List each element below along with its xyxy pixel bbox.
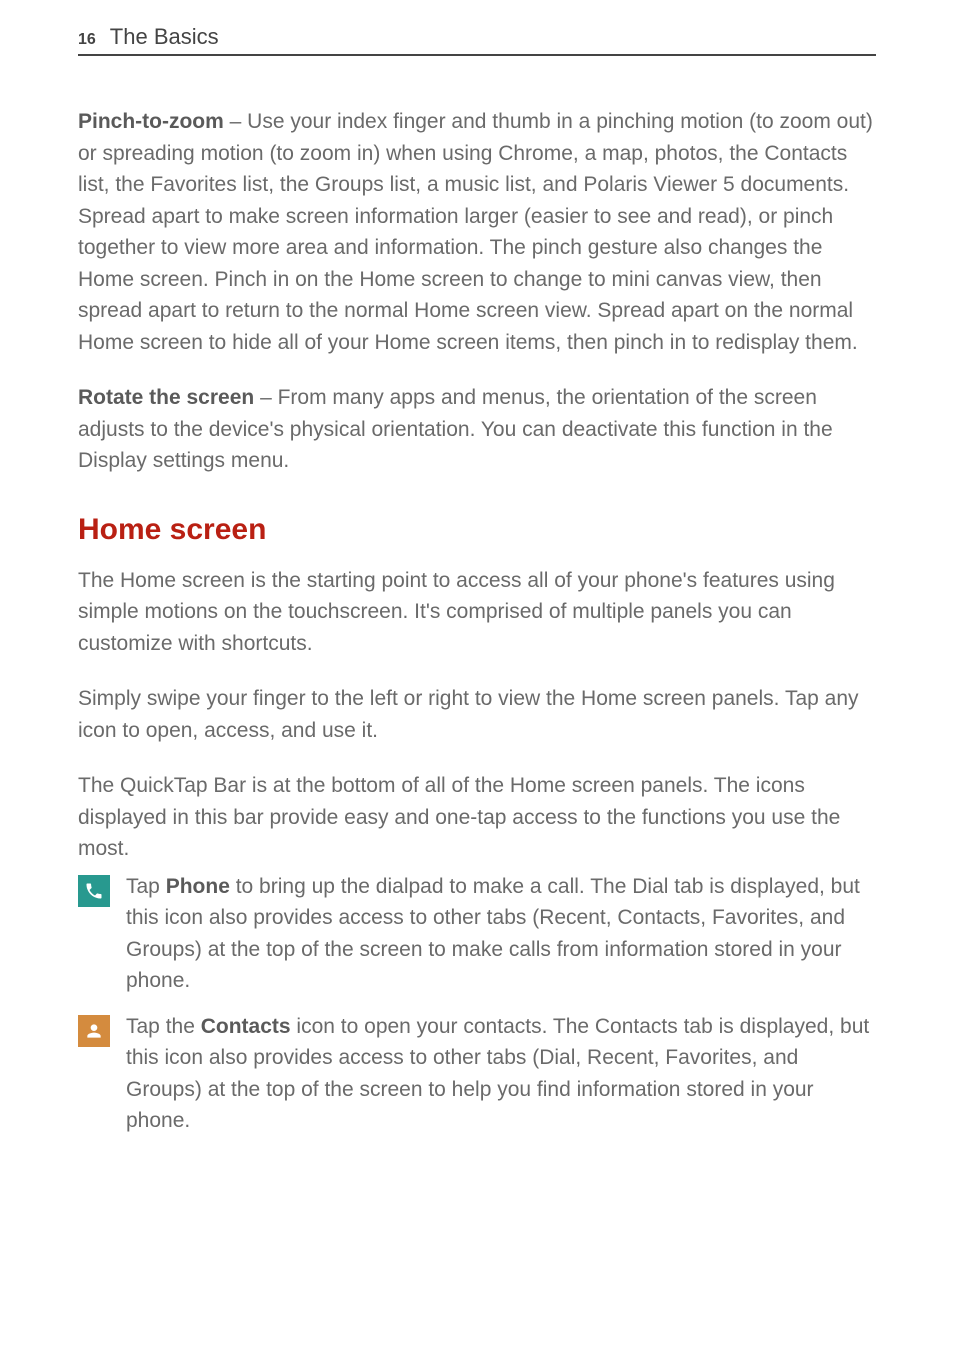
list-text-contacts: Tap the Contacts icon to open your conta… bbox=[126, 1011, 876, 1137]
paragraph-home-intro: The Home screen is the starting point to… bbox=[78, 565, 876, 660]
section-heading-home-screen: Home screen bbox=[78, 513, 876, 547]
list-item-phone: Tap Phone to bring up the dialpad to mak… bbox=[78, 871, 876, 997]
text-post: to bring up the dialpad to make a call. … bbox=[126, 875, 860, 993]
page-number: 16 bbox=[78, 31, 100, 49]
contacts-icon bbox=[78, 1015, 110, 1047]
term-contacts: Contacts bbox=[201, 1015, 291, 1038]
text-pre: Tap bbox=[126, 875, 166, 898]
term-rotate-screen: Rotate the screen bbox=[78, 386, 254, 409]
quicktap-list: Tap Phone to bring up the dialpad to mak… bbox=[78, 871, 876, 1137]
paragraph-quicktap-intro: The QuickTap Bar is at the bottom of all… bbox=[78, 770, 876, 865]
chapter-title: The Basics bbox=[110, 24, 219, 50]
text-pinch-to-zoom: – Use your index finger and thumb in a p… bbox=[78, 110, 873, 354]
paragraph-pinch-to-zoom: Pinch-to-zoom – Use your index finger an… bbox=[78, 106, 876, 358]
document-page: 16 The Basics Pinch-to-zoom – Use your i… bbox=[0, 0, 954, 1197]
phone-icon bbox=[78, 875, 110, 907]
list-text-phone: Tap Phone to bring up the dialpad to mak… bbox=[126, 871, 876, 997]
paragraph-home-swipe: Simply swipe your finger to the left or … bbox=[78, 683, 876, 746]
term-phone: Phone bbox=[166, 875, 230, 898]
text-pre: Tap the bbox=[126, 1015, 201, 1038]
term-pinch-to-zoom: Pinch-to-zoom bbox=[78, 110, 224, 133]
paragraph-rotate-screen: Rotate the screen – From many apps and m… bbox=[78, 382, 876, 477]
list-item-contacts: Tap the Contacts icon to open your conta… bbox=[78, 1011, 876, 1137]
page-header: 16 The Basics bbox=[78, 24, 876, 56]
